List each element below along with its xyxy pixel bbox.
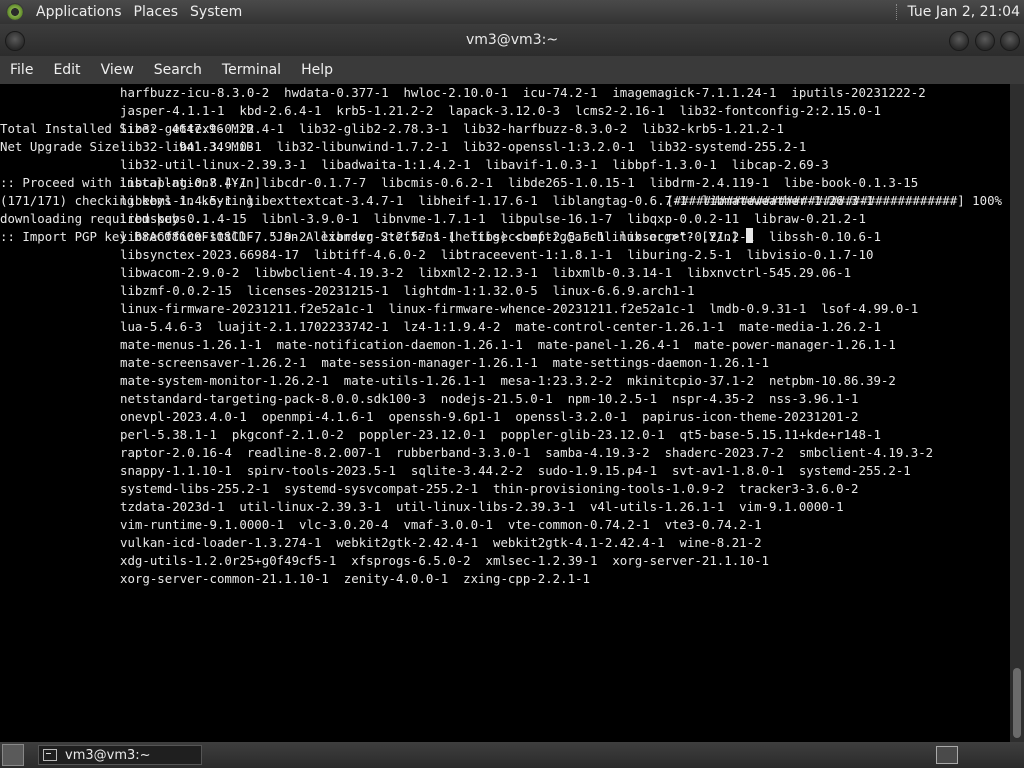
- window-title: vm3@vm3:~: [465, 32, 559, 48]
- package-line: vulkan-icd-loader-1.3.274-1 webkit2gtk-2…: [120, 535, 762, 550]
- taskbar-window-button[interactable]: vm3@vm3:~: [38, 745, 202, 765]
- maximize-button[interactable]: [975, 31, 995, 51]
- package-line: systemd-libs-255.2-1 systemd-sysvcompat-…: [120, 481, 859, 496]
- menu-terminal[interactable]: Terminal: [212, 56, 291, 84]
- terminal-output[interactable]: harfbuzz-icu-8.3.0-2 hwdata-0.377-1 hwlo…: [0, 84, 1010, 742]
- import-prompt: :: Import PGP key B8AC08600F108CDF, "Jan…: [0, 229, 746, 244]
- terminal-lines: harfbuzz-icu-8.3.0-2 hwdata-0.377-1 hwlo…: [0, 84, 1010, 586]
- package-line: tzdata-2023d-1 util-linux-2.39.3-1 util-…: [120, 499, 844, 514]
- system-menu[interactable]: System: [184, 0, 248, 24]
- clock[interactable]: Tue Jan 2, 21:04: [907, 4, 1020, 20]
- menu-view[interactable]: View: [91, 56, 144, 84]
- clock-area: Tue Jan 2, 21:04: [896, 4, 1024, 20]
- package-line: mate-screensaver-1.26.2-1 mate-session-m…: [120, 355, 770, 370]
- close-button[interactable]: [1000, 31, 1020, 51]
- minimize-button[interactable]: [949, 31, 969, 51]
- terminal-icon: [43, 749, 57, 761]
- package-line: libwacom-2.9.0-2 libwbclient-4.19.3-2 li…: [120, 265, 852, 280]
- package-line: onevpl-2023.4.0-1 openmpi-4.1.6-1 openss…: [120, 409, 859, 424]
- window-title-bar[interactable]: vm3@vm3:~: [0, 24, 1024, 56]
- menu-search[interactable]: Search: [144, 56, 212, 84]
- checking-keys-text: (171/171) checking keys in keyring: [0, 193, 254, 208]
- mate-logo-icon[interactable]: [6, 3, 24, 21]
- menu-edit[interactable]: Edit: [43, 56, 90, 84]
- package-line: mate-menus-1.26.1-1 mate-notification-da…: [120, 337, 896, 352]
- terminal-scrollbar[interactable]: [1010, 84, 1024, 742]
- taskbar-window-label: vm3@vm3:~: [65, 747, 151, 763]
- progress-bar-text: [######################################]…: [666, 193, 1002, 208]
- package-line: jasper-4.1.1-1 kbd-2.6.4-1 krb5-1.21.2-2…: [120, 103, 881, 118]
- workspace-switcher-icon[interactable]: [936, 746, 958, 764]
- places-menu[interactable]: Places: [128, 0, 185, 24]
- scrollbar-thumb[interactable]: [1013, 668, 1021, 738]
- package-line: xdg-utils-1.2.0r25+g0f49cf5-1 xfsprogs-6…: [120, 553, 770, 568]
- text-cursor: [745, 228, 753, 243]
- menu-bar: File Edit View Search Terminal Help: [0, 56, 1024, 84]
- panel-separator: [896, 4, 899, 20]
- package-line: lua-5.4.6-3 luajit-2.1.1702233742-1 lz4-…: [120, 319, 881, 334]
- package-line: snappy-1.1.10-1 spirv-tools-2023.5-1 sql…: [120, 463, 911, 478]
- package-line: harfbuzz-icu-8.3.0-2 hwdata-0.377-1 hwlo…: [120, 85, 926, 100]
- package-line: raptor-2.0.16-4 readline-8.2.007-1 rubbe…: [120, 445, 934, 460]
- show-desktop-icon[interactable]: [2, 744, 24, 766]
- package-line: perl-5.38.1-1 pkgconf-2.1.0-2 poppler-23…: [120, 427, 881, 442]
- panel-menu: Applications Places System: [30, 0, 248, 24]
- package-list: harfbuzz-icu-8.3.0-2 hwdata-0.377-1 hwlo…: [0, 84, 1010, 586]
- package-line: linux-firmware-20231211.f2e52a1c-1 linux…: [120, 301, 919, 316]
- package-line: libzmf-0.0.2-15 licenses-20231215-1 ligh…: [120, 283, 695, 298]
- package-line: netstandard-targeting-pack-8.0.0.sdk100-…: [120, 391, 859, 406]
- menu-help[interactable]: Help: [291, 56, 343, 84]
- top-panel: Applications Places System Tue Jan 2, 21…: [0, 0, 1024, 24]
- package-line: xorg-server-common-21.1.10-1 zenity-4.0.…: [120, 571, 590, 586]
- applications-menu[interactable]: Applications: [30, 0, 128, 24]
- package-line: libsynctex-2023.66984-17 libtiff-4.6.0-2…: [120, 247, 874, 262]
- window-menu-button[interactable]: [5, 31, 25, 51]
- package-line: vim-runtime-9.1.0000-1 vlc-3.0.20-4 vmaf…: [120, 517, 762, 532]
- package-line: mate-system-monitor-1.26.2-1 mate-utils-…: [120, 373, 896, 388]
- bottom-panel: vm3@vm3:~: [0, 742, 1024, 768]
- menu-file[interactable]: File: [0, 56, 43, 84]
